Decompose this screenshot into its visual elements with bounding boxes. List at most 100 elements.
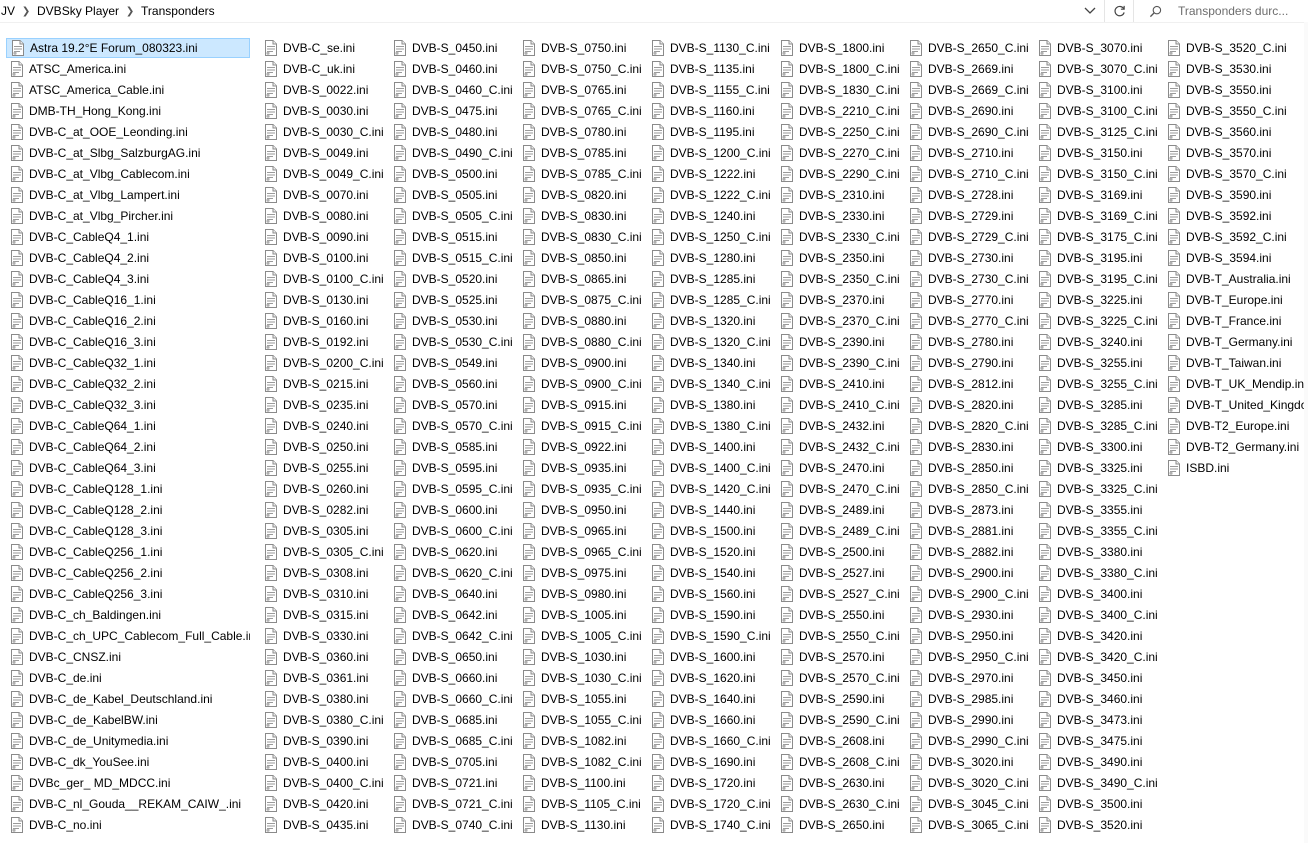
file-item[interactable]: DVB-S_2770.ini [905,290,1030,310]
file-item[interactable]: DVB-C_at_Vlbg_Cablecom.ini [6,164,250,184]
file-item[interactable]: DVB-S_2820_C.ini [905,416,1030,436]
file-item[interactable]: DVB-S_3380.ini [1034,542,1159,562]
file-item[interactable]: DVB-S_1285.ini [647,269,772,289]
file-item[interactable]: DVB-S_0480.ini [389,122,514,142]
file-item[interactable]: DVB-C_CableQ128_1.ini [6,479,250,499]
file-item[interactable]: DVB-S_0490_C.ini [389,143,514,163]
file-item[interactable]: DVB-S_0549.ini [389,353,514,373]
file-item[interactable]: DVB-S_0980.ini [518,584,643,604]
file-item[interactable]: DVB-S_0520.ini [389,269,514,289]
file-item[interactable]: DVB-S_0090.ini [260,227,385,247]
file-item[interactable]: DVB-S_0360.ini [260,647,385,667]
file-item[interactable]: DVB-S_2650.ini [776,815,901,835]
breadcrumb-item-dvbsky-player[interactable]: DVBSky Player [33,4,123,18]
file-item[interactable]: DVB-S_0685.ini [389,710,514,730]
file-item[interactable]: DVB-S_2728.ini [905,185,1030,205]
file-item[interactable]: DVB-S_3420.ini [1034,626,1159,646]
file-item[interactable]: DVB-S_0765_C.ini [518,101,643,121]
file-item[interactable]: DVB-S_1440.ini [647,500,772,520]
file-item[interactable]: DVB-C_CableQ256_1.ini [6,542,250,562]
file-item[interactable]: DVB-S_2930.ini [905,605,1030,625]
file-item[interactable]: DVB-S_2985.ini [905,689,1030,709]
file-item[interactable]: DVB-C_CableQ64_2.ini [6,437,250,457]
file-item[interactable]: DVB-S_3594.ini [1163,248,1304,268]
file-item[interactable]: DVB-S_2310.ini [776,185,901,205]
file-item[interactable]: DVB-S_1740_C.ini [647,815,772,835]
file-item[interactable]: DVB-S_2873.ini [905,500,1030,520]
file-item[interactable]: DVB-S_3550.ini [1163,80,1304,100]
file-item[interactable]: DVB-S_2690.ini [905,101,1030,121]
file-item[interactable]: DVB-S_3175_C.ini [1034,227,1159,247]
file-item[interactable]: DVB-S_2790.ini [905,353,1030,373]
file-item[interactable]: DVB-S_1340.ini [647,353,772,373]
file-item[interactable]: DVB-S_2470.ini [776,458,901,478]
file-item[interactable]: DVB-S_0915.ini [518,395,643,415]
file-item[interactable]: DVB-S_2690_C.ini [905,122,1030,142]
file-item[interactable]: DVB-S_3380_C.ini [1034,563,1159,583]
file-item[interactable]: DVB-S_1500.ini [647,521,772,541]
file-item[interactable]: DVB-S_2669.ini [905,59,1030,79]
file-item[interactable]: DVB-S_3045_C.ini [905,794,1030,814]
file-item[interactable]: DVB-S_0450.ini [389,38,514,58]
file-item[interactable]: DVB-S_2770_C.ini [905,311,1030,331]
file-item[interactable]: DVB-S_2900_C.ini [905,584,1030,604]
file-item[interactable]: DVB-S_2550.ini [776,605,901,625]
file-item[interactable]: DVB-C_at_Slbg_SalzburgAG.ini [6,143,250,163]
file-item[interactable]: DVB-S_3590.ini [1163,185,1304,205]
file-item[interactable]: DVB-S_3530.ini [1163,59,1304,79]
file-item[interactable]: DVB-S_0100_C.ini [260,269,385,289]
file-item[interactable]: DVB-S_0820.ini [518,185,643,205]
file-item[interactable]: DVB-S_1380_C.ini [647,416,772,436]
file-item[interactable]: DVB-S_2990.ini [905,710,1030,730]
file-item[interactable]: DVB-S_0600_C.ini [389,521,514,541]
file-item[interactable]: DVB-S_3255_C.ini [1034,374,1159,394]
file-item[interactable]: DVB-S_0965.ini [518,521,643,541]
search-input[interactable] [1164,4,1308,18]
file-item[interactable]: DVB-S_2527_C.ini [776,584,901,604]
file-item[interactable]: DVB-S_1030.ini [518,647,643,667]
file-item[interactable]: DVB-S_2330_C.ini [776,227,901,247]
file-item[interactable]: DVB-S_0525.ini [389,290,514,310]
file-item[interactable]: DVB-S_1690.ini [647,752,772,772]
file-item[interactable]: DVB-S_0240.ini [260,416,385,436]
file-item[interactable]: DVB-T_UK_Mendip.ini [1163,374,1304,394]
file-item[interactable]: DVB-S_0530_C.ini [389,332,514,352]
file-item[interactable]: DVB-S_2390.ini [776,332,901,352]
file-item[interactable]: DVB-S_0250.ini [260,437,385,457]
file-item[interactable]: Astra 19.2°E Forum_080323.ini [6,38,250,58]
file-item[interactable]: DVB-S_1340_C.ini [647,374,772,394]
file-item[interactable]: DVB-C_de_Kabel_Deutschland.ini [6,689,250,709]
file-item[interactable]: DVB-S_1082_C.ini [518,752,643,772]
file-item[interactable]: DVB-S_3285.ini [1034,395,1159,415]
file-item[interactable]: DVB-C_CableQ4_3.ini [6,269,250,289]
file-item[interactable]: DVB-S_2210_C.ini [776,101,901,121]
file-item[interactable]: DVB-S_1320.ini [647,311,772,331]
file-item[interactable]: DVB-S_0660_C.ini [389,689,514,709]
file-item[interactable]: DVB-S_0070.ini [260,185,385,205]
file-item[interactable]: DVB-S_1380.ini [647,395,772,415]
file-item[interactable]: DVB-S_0830_C.ini [518,227,643,247]
file-item[interactable]: DVB-S_3325_C.ini [1034,479,1159,499]
file-item[interactable]: DVB-S_1005_C.ini [518,626,643,646]
file-item[interactable]: DVB-T_Australia.ini [1163,269,1304,289]
file-item[interactable]: DVB-S_1400.ini [647,437,772,457]
file-item[interactable]: DVB-S_3285_C.ini [1034,416,1159,436]
file-item[interactable]: DVB-S_0750_C.ini [518,59,643,79]
file-item[interactable]: DVB-C_CableQ128_2.ini [6,500,250,520]
file-item[interactable]: DVB-S_2432_C.ini [776,437,901,457]
file-item[interactable]: DVB-S_3255.ini [1034,353,1159,373]
file-item[interactable]: DVB-S_1250_C.ini [647,227,772,247]
file-item[interactable]: DVB-S_1590_C.ini [647,626,772,646]
file-item[interactable]: DVB-S_3195.ini [1034,248,1159,268]
file-item[interactable]: DVB-S_3355_C.ini [1034,521,1159,541]
file-item[interactable]: DVB-S_3475.ini [1034,731,1159,751]
file-item[interactable]: DVB-C_at_Vlbg_Pircher.ini [6,206,250,226]
file-item[interactable]: DVB-S_0200_C.ini [260,353,385,373]
file-item[interactable]: DVB-T2_Europe.ini [1163,416,1304,436]
file-item[interactable]: DVB-S_0922.ini [518,437,643,457]
file-item[interactable]: DVB-S_1222.ini [647,164,772,184]
file-item[interactable]: DVB-S_1800.ini [776,38,901,58]
file-item[interactable]: DVB-S_1195.ini [647,122,772,142]
file-item[interactable]: DVB-C_CableQ4_1.ini [6,227,250,247]
file-item[interactable]: DVB-S_1400_C.ini [647,458,772,478]
